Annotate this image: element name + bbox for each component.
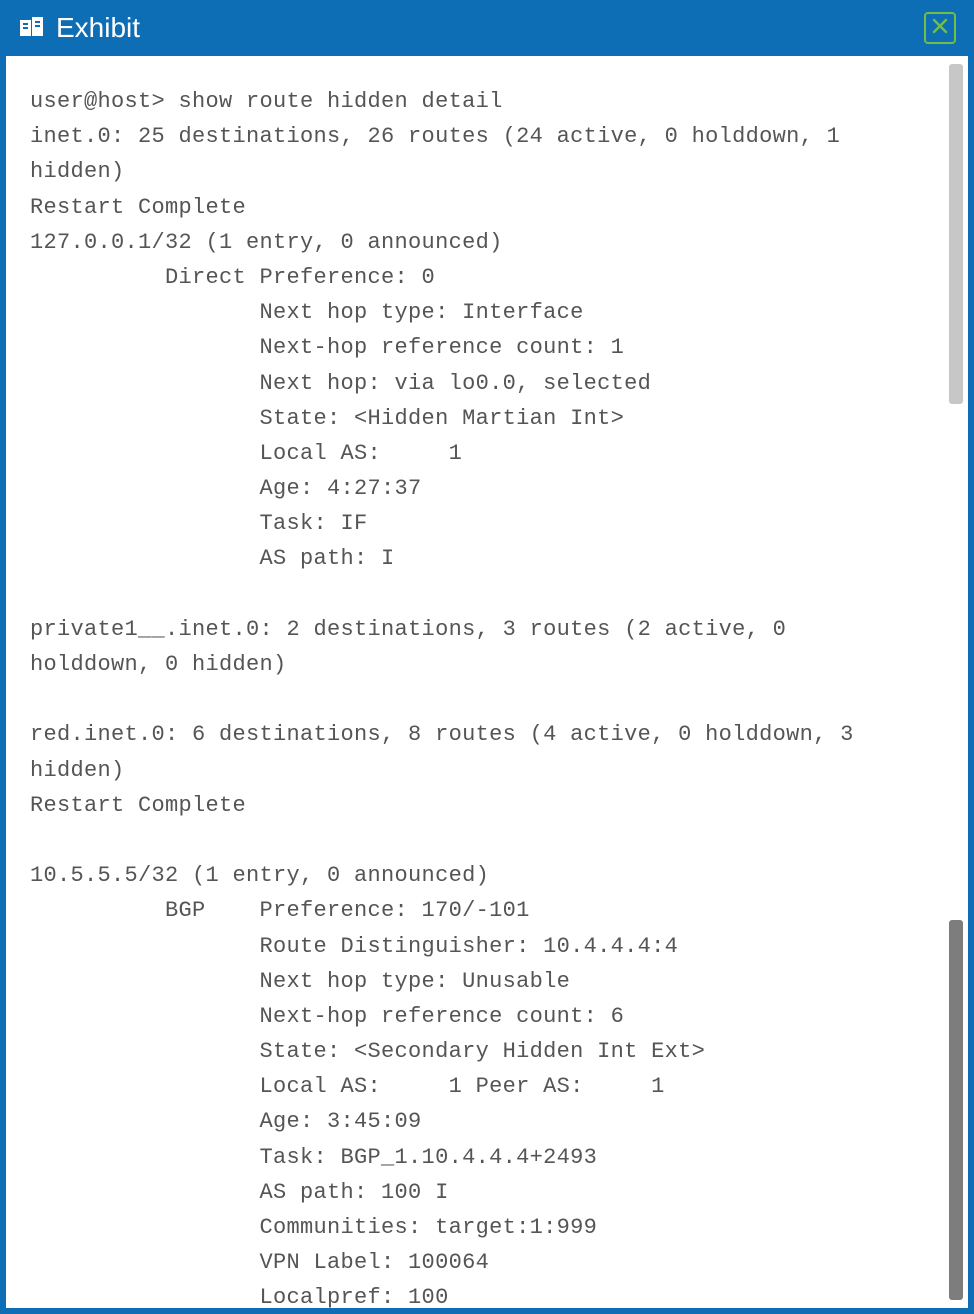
scrollbar-thumb[interactable] bbox=[949, 920, 963, 1300]
app-window: Exhibit user@host> show route hidden det… bbox=[0, 0, 974, 1314]
content-area: user@host> show route hidden detail inet… bbox=[6, 56, 968, 1308]
scrollbar-thumb[interactable] bbox=[949, 64, 963, 404]
titlebar: Exhibit bbox=[6, 6, 968, 56]
close-icon bbox=[931, 17, 949, 40]
window-title: Exhibit bbox=[56, 12, 140, 44]
terminal-output[interactable]: user@host> show route hidden detail inet… bbox=[6, 56, 944, 1308]
exhibit-icon bbox=[18, 14, 46, 42]
scrollbar[interactable] bbox=[948, 64, 964, 1300]
titlebar-left: Exhibit bbox=[18, 12, 140, 44]
close-button[interactable] bbox=[924, 12, 956, 44]
